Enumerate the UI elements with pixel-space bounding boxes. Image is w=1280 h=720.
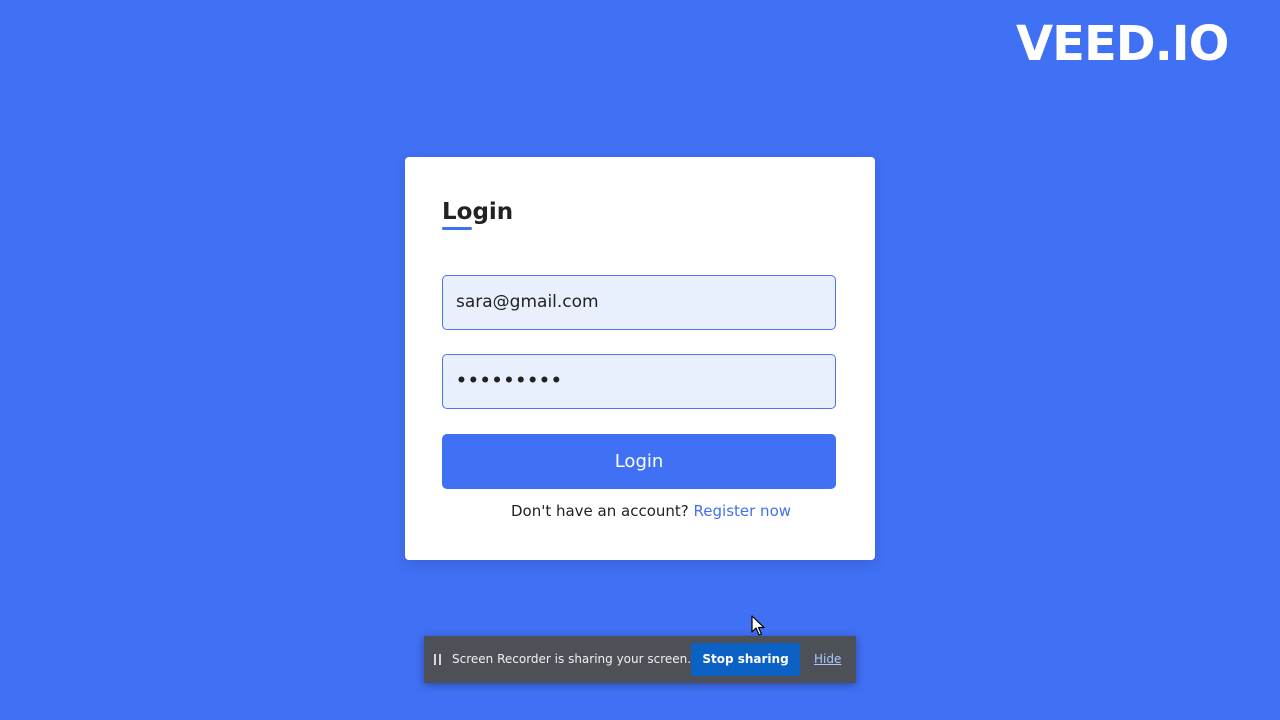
login-button[interactable]: Login [442, 434, 836, 489]
share-status-text: Screen Recorder is sharing your screen. [452, 652, 692, 666]
pause-icon[interactable] [434, 654, 442, 665]
hide-link[interactable]: Hide [814, 636, 841, 683]
email-field[interactable]: sara@gmail.com [442, 275, 836, 330]
title-underline [442, 227, 472, 230]
mouse-cursor-icon [751, 615, 765, 636]
stop-sharing-button[interactable]: Stop sharing [691, 643, 800, 676]
signup-prompt-text: Don't have an account? [510, 502, 689, 520]
veed-watermark-logo: VEED.IO [1016, 16, 1229, 72]
password-field[interactable]: ••••••••• [442, 354, 836, 409]
login-card: Login sara@gmail.com ••••••••• Login Don… [405, 157, 875, 560]
signup-prompt: Don't have an account? Register now [405, 500, 875, 522]
screen-share-bar: Screen Recorder is sharing your screen. … [424, 636, 856, 683]
register-now-link[interactable]: Register now [694, 502, 791, 520]
login-title: Login [442, 199, 514, 225]
